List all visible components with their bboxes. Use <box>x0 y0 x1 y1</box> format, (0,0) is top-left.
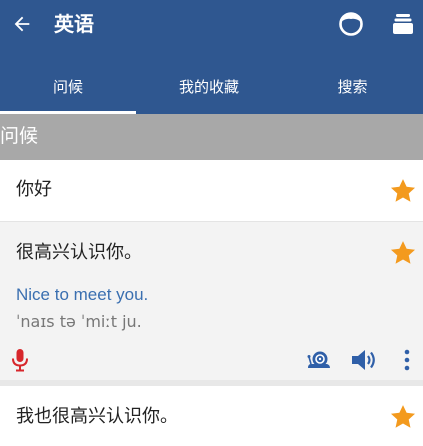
tab-favorites[interactable]: 我的收藏 <box>136 60 282 114</box>
section-header: 问候 <box>0 114 423 160</box>
back-button[interactable] <box>4 6 40 42</box>
more-vertical-icon <box>404 349 410 371</box>
tab-search-label: 搜索 <box>337 78 368 96</box>
face-button[interactable] <box>335 8 367 40</box>
star-icon <box>390 405 416 428</box>
phrase-chinese: 你好 <box>16 179 52 200</box>
arrow-left-icon <box>14 16 30 32</box>
app-bar: 英语 问候 我的收藏 搜索 <box>0 0 423 114</box>
speaker-icon <box>352 350 375 370</box>
section-title: 问候 <box>0 125 39 147</box>
tab-greetings[interactable]: 问候 <box>0 60 136 114</box>
phrase-chinese: 很高兴认识你。 <box>16 242 142 263</box>
favorite-button[interactable] <box>387 237 419 269</box>
record-button[interactable] <box>4 344 36 376</box>
stack-button[interactable] <box>387 8 419 40</box>
slow-play-button[interactable] <box>303 344 335 376</box>
microphone-icon <box>12 349 28 372</box>
phrase-english: Nice to meet you. <box>16 285 149 304</box>
favorite-button[interactable] <box>387 175 419 207</box>
play-audio-button[interactable] <box>348 344 380 376</box>
phrase-row-expanded[interactable]: 很高兴认识你。 Nice to meet you. ˈnaɪs tə ˈmiːt… <box>0 222 423 380</box>
tab-favorites-label: 我的收藏 <box>178 78 239 96</box>
phrase-pronunciation: ˈnaɪs tə ˈmiːt ju. <box>16 312 142 331</box>
tab-search[interactable]: 搜索 <box>282 60 423 114</box>
snail-icon <box>307 351 330 368</box>
phrase-chinese: 我也很高兴认识你。 <box>16 406 178 427</box>
star-icon <box>390 241 416 264</box>
stack-icon <box>393 14 413 34</box>
tab-bar: 问候 我的收藏 搜索 <box>0 60 423 114</box>
phrase-row[interactable]: 我也很高兴认识你。 <box>0 386 423 446</box>
star-icon <box>390 179 416 202</box>
more-options-button[interactable] <box>391 344 423 376</box>
page-title: 英语 <box>54 12 94 36</box>
face-icon <box>339 12 363 36</box>
phrase-row[interactable]: 你好 <box>0 160 423 222</box>
toolbar: 英语 <box>0 0 423 48</box>
favorite-button[interactable] <box>387 401 419 433</box>
tab-greetings-label: 问候 <box>52 78 83 96</box>
